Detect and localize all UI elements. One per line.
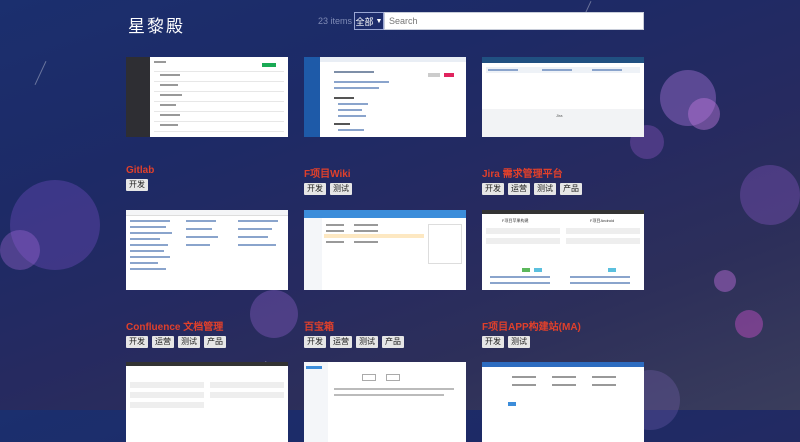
bokeh-light xyxy=(735,310,763,338)
thumb-app-title: F项目苹果构建 xyxy=(502,218,529,223)
tag[interactable]: 开发 xyxy=(304,336,326,348)
site-thumbnail[interactable] xyxy=(126,210,288,290)
site-card[interactable]: F项目Wiki 开发 测试 xyxy=(304,57,466,195)
site-thumbnail[interactable] xyxy=(126,362,288,442)
site-card[interactable]: F项目苹果构建 F项目Android F项目APP构建站(MA) 开发 测试 xyxy=(482,210,644,348)
tag[interactable]: 运营 xyxy=(508,183,530,195)
tag[interactable]: 测试 xyxy=(178,336,200,348)
tag-list: 开发 运营 测试 产品 xyxy=(126,336,288,348)
tag[interactable]: 开发 xyxy=(482,336,504,348)
tag[interactable]: 运营 xyxy=(330,336,352,348)
tag[interactable]: 产品 xyxy=(560,183,582,195)
site-card[interactable]: Gitlab 开发 xyxy=(126,57,288,191)
site-thumbnail[interactable] xyxy=(482,362,644,442)
site-thumbnail[interactable]: Jira xyxy=(482,57,644,137)
site-thumbnail[interactable] xyxy=(304,210,466,290)
bokeh-light xyxy=(740,165,800,225)
site-name[interactable]: Confluence 文档管理 xyxy=(126,318,288,333)
tag[interactable]: 开发 xyxy=(126,336,148,348)
site-name[interactable]: F项目Wiki xyxy=(304,165,466,180)
site-card[interactable]: 百宝箱 开发 运营 测试 产品 xyxy=(304,210,466,348)
site-card[interactable]: Jira Jira 需求管理平台 开发 运营 测试 产品 xyxy=(482,57,644,195)
item-count: 23 items xyxy=(318,16,353,26)
thumb-app-title: F项目Android xyxy=(590,218,615,223)
site-thumbnail[interactable] xyxy=(126,57,288,137)
tag[interactable]: 测试 xyxy=(508,336,530,348)
chevron-down-icon: ▼ xyxy=(375,17,383,25)
tag-list: 开发 运营 测试 产品 xyxy=(482,183,644,195)
site-thumbnail[interactable] xyxy=(304,57,466,137)
bokeh-light xyxy=(688,98,720,130)
tag[interactable]: 开发 xyxy=(304,183,326,195)
tag[interactable]: 测试 xyxy=(534,183,556,195)
light-streak xyxy=(34,61,47,85)
tag[interactable]: 产品 xyxy=(204,336,226,348)
tag[interactable]: 测试 xyxy=(330,183,352,195)
page-title: 星黎殿 xyxy=(128,17,185,37)
site-thumbnail[interactable] xyxy=(304,362,466,442)
site-thumbnail[interactable]: F项目苹果构建 F项目Android xyxy=(482,210,644,290)
tag[interactable]: 运营 xyxy=(152,336,174,348)
site-card[interactable] xyxy=(482,362,644,442)
category-dropdown[interactable]: 全部 ▼ xyxy=(354,12,384,30)
tag[interactable]: 测试 xyxy=(356,336,378,348)
site-name[interactable]: Jira 需求管理平台 xyxy=(482,165,644,180)
site-card[interactable] xyxy=(126,362,288,442)
category-label: 全部 xyxy=(355,16,374,27)
tag-list: 开发 xyxy=(126,179,288,191)
site-card[interactable]: Confluence 文档管理 开发 运营 测试 产品 xyxy=(126,210,288,348)
tag-list: 开发 运营 测试 产品 xyxy=(304,336,466,348)
site-card[interactable] xyxy=(304,362,466,442)
tag-list: 开发 测试 xyxy=(482,336,644,348)
tag[interactable]: 开发 xyxy=(482,183,504,195)
search-input[interactable] xyxy=(384,12,644,30)
tag[interactable]: 开发 xyxy=(126,179,148,191)
site-name[interactable]: Gitlab xyxy=(126,165,288,176)
tag-list: 开发 测试 xyxy=(304,183,466,195)
jira-footer-text: Jira xyxy=(556,113,563,118)
bokeh-light xyxy=(0,230,40,270)
bokeh-light xyxy=(714,270,736,292)
tag[interactable]: 产品 xyxy=(382,336,404,348)
site-name[interactable]: F项目APP构建站(MA) xyxy=(482,318,644,333)
site-name[interactable]: 百宝箱 xyxy=(304,318,466,333)
